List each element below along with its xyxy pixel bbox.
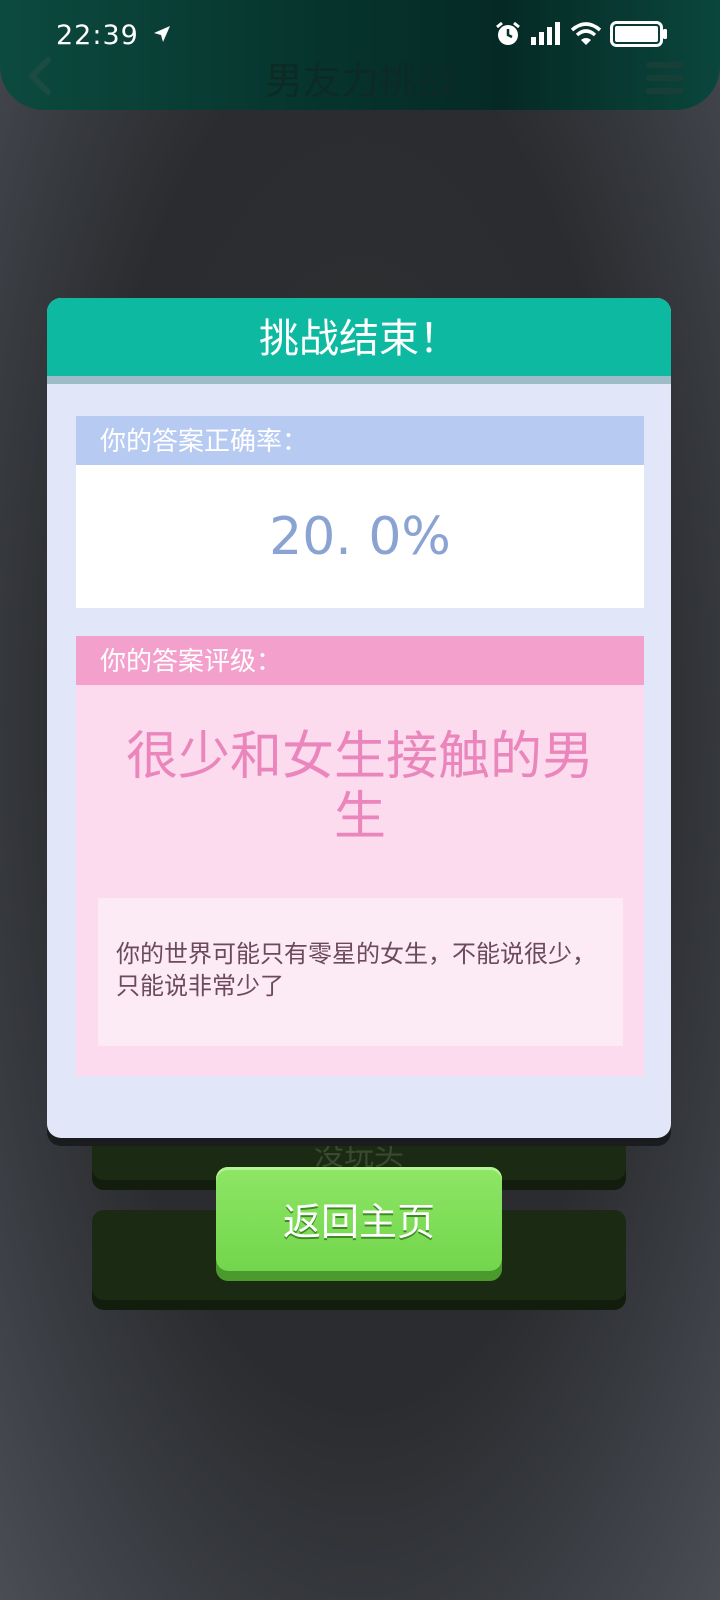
battery-icon <box>610 21 668 51</box>
accuracy-card: 你的答案正确率： 20. 0% <box>76 416 644 608</box>
page-title: 男友力挑战 <box>264 59 455 103</box>
grade-title: 很少和女生接触的男生 <box>125 727 594 847</box>
alarm-icon <box>494 20 522 52</box>
dialog-title: 挑战结束！ <box>47 298 671 384</box>
wifi-icon <box>570 22 602 50</box>
menu-button[interactable] <box>646 62 684 94</box>
grade-description: 你的世界可能只有零星的女生，不能说很少，只能说非常少了 <box>98 898 623 1046</box>
signal-icon <box>530 22 562 50</box>
status-bar-time: 22:39 <box>56 20 172 51</box>
grade-card: 你的答案评级： 很少和女生接触的男生 你的世界可能只有零星的女生，不能说很少，只… <box>76 636 644 1076</box>
status-bar-icons <box>494 20 668 52</box>
location-arrow-icon <box>152 24 172 50</box>
result-dialog: 挑战结束！ 你的答案正确率： 20. 0% 你的答案评级： 很少和女生接触的男生… <box>47 298 671 1138</box>
accuracy-label: 你的答案正确率： <box>76 416 644 465</box>
status-time-text: 22:39 <box>56 20 139 51</box>
grade-label: 你的答案评级： <box>76 636 644 685</box>
return-home-button[interactable]: 返回主页 <box>216 1167 502 1271</box>
menu-line <box>646 75 684 81</box>
menu-line <box>646 88 684 94</box>
app-header: 22:39 男友力挑战 <box>0 0 720 110</box>
menu-line <box>646 62 684 68</box>
accuracy-value: 20. 0% <box>269 507 451 567</box>
